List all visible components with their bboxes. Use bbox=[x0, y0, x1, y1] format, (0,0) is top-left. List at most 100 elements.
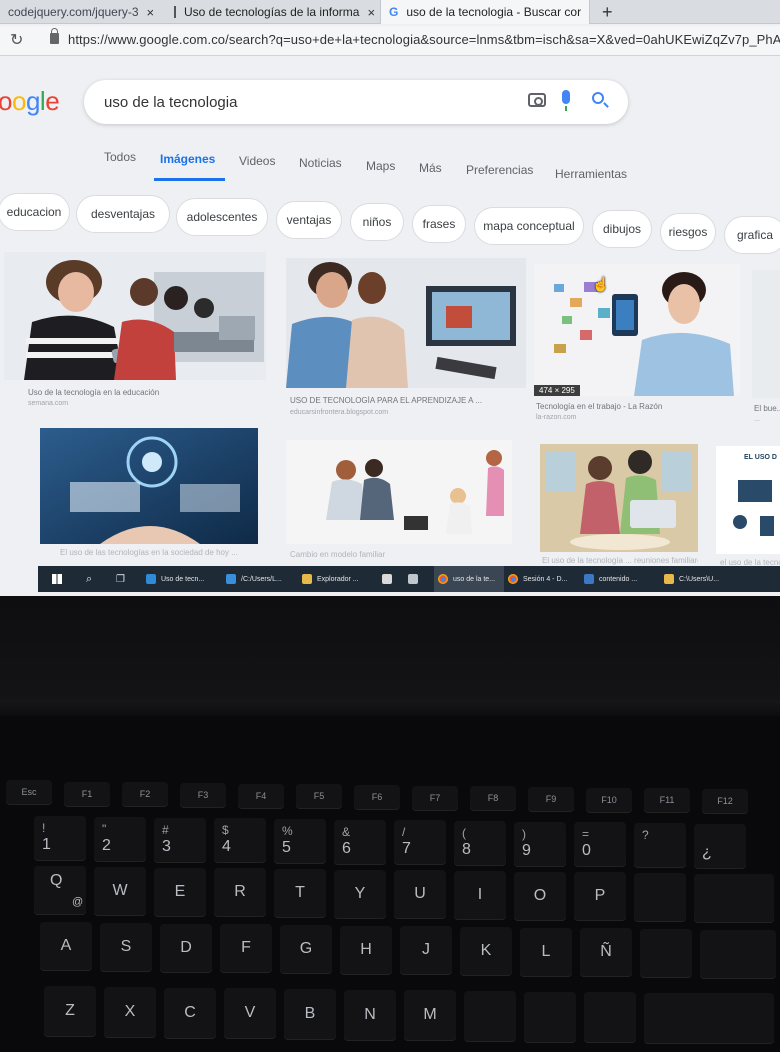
google-logo[interactable]: oogle bbox=[0, 86, 60, 117]
key-inverted-question[interactable]: ¿ bbox=[694, 824, 746, 868]
image-result[interactable]: El uso de las tecnologías en la sociedad… bbox=[40, 428, 258, 558]
tab-todos[interactable]: Todos bbox=[104, 150, 136, 164]
result-thumbnail[interactable] bbox=[286, 440, 512, 544]
tab-preferencias[interactable]: Preferencias bbox=[466, 163, 533, 177]
key-x[interactable]: X bbox=[104, 987, 156, 1037]
tab-uso-tecnologias[interactable]: Uso de tecnologías de la informa × bbox=[166, 0, 378, 24]
store-icon[interactable] bbox=[382, 566, 397, 592]
result-thumbnail[interactable] bbox=[540, 444, 698, 552]
chip-ninos[interactable]: niños bbox=[350, 203, 404, 241]
result-caption[interactable]: El uso de la tecnología ... reuniones fa… bbox=[542, 556, 698, 565]
new-tab-button[interactable]: + bbox=[602, 0, 613, 24]
key-question[interactable]: ? bbox=[634, 823, 686, 867]
tab-google-search[interactable]: G uso de la tecnologia - Buscar cor × bbox=[380, 0, 590, 24]
chip-mapa-conceptual[interactable]: mapa conceptual bbox=[474, 207, 584, 245]
key-f11[interactable]: F11 bbox=[644, 788, 690, 812]
key-f3[interactable]: F3 bbox=[180, 783, 226, 807]
result-thumbnail[interactable]: EL USO D bbox=[716, 446, 780, 554]
taskbar-item-contenido[interactable]: contenido ... bbox=[584, 566, 660, 592]
result-caption[interactable]: Uso de la tecnología en la educación bbox=[28, 388, 248, 397]
key-f5[interactable]: F5 bbox=[296, 784, 342, 808]
key-v[interactable]: V bbox=[224, 988, 276, 1038]
tab-maps[interactable]: Maps bbox=[366, 159, 395, 173]
taskbar-item-cmd[interactable]: C:\Users\U... bbox=[664, 566, 744, 592]
key-z[interactable]: Z bbox=[44, 986, 96, 1036]
key-esc[interactable]: Esc bbox=[6, 780, 52, 804]
tab-jquery[interactable]: codejquery.com/jquery-3 × bbox=[0, 0, 160, 24]
microphone-icon[interactable] bbox=[562, 90, 570, 111]
tab-noticias[interactable]: Noticias bbox=[299, 156, 342, 170]
key-f4[interactable]: F4 bbox=[238, 784, 284, 808]
key-f10[interactable]: F10 bbox=[586, 788, 632, 812]
close-icon[interactable]: × bbox=[367, 5, 375, 20]
key-y[interactable]: Y bbox=[334, 870, 386, 918]
image-result[interactable]: EL USO D el uso de la tecnología bbox=[716, 446, 780, 570]
key-5[interactable]: % 5 bbox=[274, 819, 326, 863]
key-b[interactable]: B bbox=[284, 989, 336, 1039]
key-shift-right[interactable] bbox=[644, 993, 774, 1043]
key-l[interactable]: L bbox=[520, 928, 572, 976]
key-enter[interactable] bbox=[700, 930, 776, 978]
key-w[interactable]: W bbox=[94, 867, 146, 915]
image-result[interactable]: El uso de la tecnología ... reuniones fa… bbox=[540, 444, 698, 566]
key-f6[interactable]: F6 bbox=[354, 785, 400, 809]
key-4[interactable]: $4 bbox=[214, 818, 266, 862]
key-2[interactable]: " 2 bbox=[94, 817, 146, 861]
key-7[interactable]: /7 bbox=[394, 820, 446, 864]
key-p[interactable]: P bbox=[574, 872, 626, 920]
chip-riesgos[interactable]: riesgos bbox=[660, 213, 716, 251]
task-view-icon[interactable]: ❐ bbox=[116, 566, 125, 592]
result-thumbnail[interactable]: 474 × 295 ☝ bbox=[534, 264, 740, 396]
start-button[interactable] bbox=[52, 566, 62, 592]
result-caption[interactable]: Cambio en modelo familiar bbox=[290, 550, 510, 559]
result-caption[interactable]: El uso de las tecnologías en la sociedad… bbox=[60, 548, 258, 557]
key-i[interactable]: I bbox=[454, 871, 506, 919]
key-period[interactable] bbox=[524, 992, 576, 1042]
reload-icon[interactable]: ↻ bbox=[10, 30, 23, 50]
search-icon[interactable] bbox=[592, 92, 604, 104]
image-result[interactable]: USO DE TECNOLOGÍA PARA EL APRENDIZAJE A … bbox=[286, 258, 526, 423]
key-r[interactable]: R bbox=[214, 868, 266, 916]
tab-mas[interactable]: Más bbox=[419, 161, 442, 175]
camera-icon[interactable] bbox=[528, 93, 546, 107]
lock-icon[interactable] bbox=[50, 28, 59, 44]
key-1[interactable]: ! 1 bbox=[34, 816, 86, 860]
taskbar-item-chrome-search[interactable]: uso de la te... bbox=[434, 566, 504, 592]
key-q[interactable]: Q @ bbox=[34, 866, 86, 914]
url-field[interactable]: https://www.google.com.co/search?q=uso+d… bbox=[68, 32, 780, 47]
search-icon[interactable]: ⌕ bbox=[86, 566, 92, 592]
key-brace[interactable] bbox=[640, 929, 692, 977]
key-e[interactable]: E bbox=[154, 868, 206, 916]
chip-ventajas[interactable]: ventajas bbox=[276, 201, 342, 239]
chip-adolescentes[interactable]: adolescentes bbox=[176, 198, 268, 236]
key-h[interactable]: H bbox=[340, 926, 392, 974]
key-f8[interactable]: F8 bbox=[470, 786, 516, 810]
close-icon[interactable]: × bbox=[147, 5, 155, 20]
image-result[interactable]: 474 × 295 ☝ Tecnología en el trabajo - L… bbox=[534, 264, 740, 424]
image-result[interactable]: El bue... ... bbox=[752, 270, 780, 430]
taskbar-item-ie[interactable]: /C:/Users/L... bbox=[226, 566, 298, 592]
chip-frases[interactable]: frases bbox=[412, 205, 466, 243]
key-f12[interactable]: F12 bbox=[702, 789, 748, 813]
key-f1[interactable]: F1 bbox=[64, 782, 110, 806]
key-c[interactable]: C bbox=[164, 988, 216, 1038]
taskbar-item-chrome-sesion[interactable]: Sesión 4 - D... bbox=[508, 566, 580, 592]
key-d[interactable]: D bbox=[160, 924, 212, 972]
key-a[interactable]: A bbox=[40, 922, 92, 970]
key-9[interactable]: ) 9 bbox=[514, 822, 566, 866]
chip-dibujos[interactable]: dibujos bbox=[592, 210, 652, 248]
key-g[interactable]: G bbox=[280, 925, 332, 973]
result-caption[interactable]: Tecnología en el trabajo - La Razón bbox=[536, 402, 736, 411]
tab-herramientas[interactable]: Herramientas bbox=[555, 167, 627, 181]
search-input[interactable]: uso de la tecnologia bbox=[84, 80, 628, 124]
key-s[interactable]: S bbox=[100, 923, 152, 971]
key-comma[interactable] bbox=[464, 991, 516, 1041]
key-3[interactable]: #3 bbox=[154, 818, 206, 862]
result-thumbnail[interactable] bbox=[40, 428, 258, 544]
image-result[interactable]: Cambio en modelo familiar bbox=[286, 440, 512, 562]
result-thumbnail[interactable] bbox=[286, 258, 526, 388]
result-caption[interactable]: USO DE TECNOLOGÍA PARA EL APRENDIZAJE A … bbox=[290, 396, 522, 405]
result-caption[interactable]: El bue... bbox=[754, 404, 780, 413]
key-f[interactable]: F bbox=[220, 924, 272, 972]
key-6[interactable]: & 6 bbox=[334, 820, 386, 864]
